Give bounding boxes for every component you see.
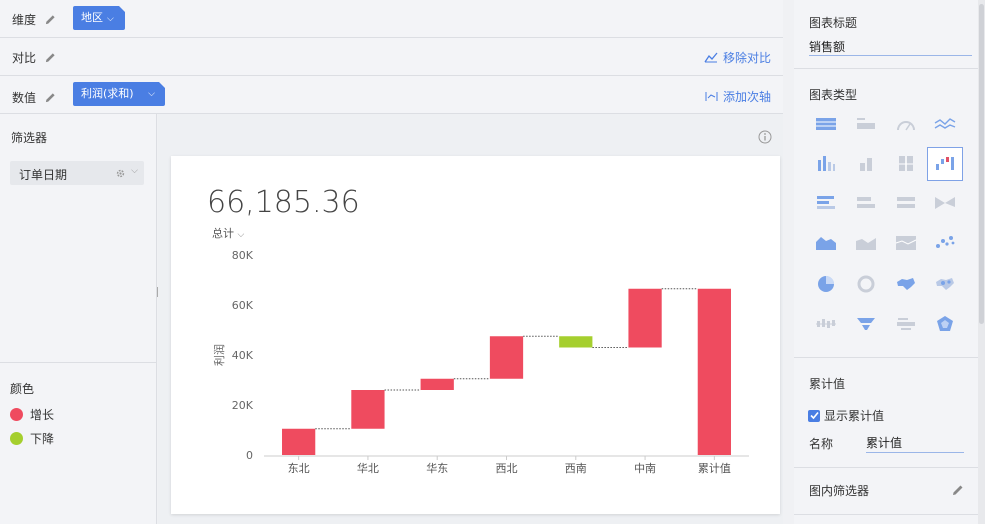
remove-compare-icon: [704, 52, 718, 63]
config-panel: 维度 地区 ⌵ 对比 移除对比 数值 利润(求和) ⌵ 添加次轴: [0, 0, 783, 114]
checkbox-checked-icon[interactable]: [808, 409, 820, 422]
table-chart-icon[interactable]: [809, 111, 843, 139]
chart-title-input[interactable]: 销售额: [809, 38, 972, 56]
area-chart-icon[interactable]: [809, 229, 843, 257]
bar-chart-icon[interactable]: [809, 189, 843, 217]
add-secondary-axis-button[interactable]: 添加次轴: [705, 88, 771, 105]
filter-order-date[interactable]: 订单日期 ⌵: [10, 161, 144, 185]
name-label: 名称: [809, 437, 834, 451]
column-chart-icon[interactable]: [809, 150, 843, 178]
cumulative-heading: 累计值: [809, 377, 846, 391]
y-tick-label: 40K: [232, 349, 254, 362]
value-row: 数值 利润(求和) ⌵ 添加次轴: [0, 76, 783, 114]
info-icon[interactable]: [758, 130, 772, 144]
show-cumulative-checkbox[interactable]: 显示累计值: [808, 407, 884, 424]
divider: [794, 467, 978, 468]
sankey-icon[interactable]: [928, 189, 962, 217]
value-pill[interactable]: 利润(求和) ⌵: [73, 82, 165, 106]
compare-row: 对比 移除对比: [0, 38, 783, 76]
scatter-chart-icon[interactable]: [928, 229, 962, 257]
edit-dimension-icon[interactable]: [45, 14, 56, 25]
legend-label: 下降: [30, 432, 55, 446]
kpi-label[interactable]: 总计 ⌵: [212, 225, 244, 241]
edit-compare-icon[interactable]: [45, 52, 56, 63]
box-plot-icon[interactable]: [809, 310, 843, 338]
chevron-down-icon[interactable]: ⌵: [131, 166, 138, 176]
x-tick-label: 累计值: [698, 462, 731, 475]
kpi-value: 66,185.36: [207, 185, 360, 220]
edit-value-icon[interactable]: [45, 92, 56, 103]
bar-华北: [351, 390, 385, 429]
funnel-icon[interactable]: [849, 310, 883, 338]
y-tick-label: 20K: [232, 399, 254, 412]
waterfall-chart-icon[interactable]: [927, 147, 963, 181]
dimension-row: 维度 地区 ⌵: [0, 0, 783, 38]
bar-西南: [559, 336, 593, 348]
percent-area-icon[interactable]: [889, 229, 923, 257]
x-tick-label: 华北: [357, 461, 379, 475]
increase-color-dot: [10, 408, 23, 421]
kpi-number-icon[interactable]: [849, 111, 883, 139]
word-cloud-icon[interactable]: [889, 310, 923, 338]
value-label: 数值: [12, 89, 56, 106]
divider: [794, 357, 978, 358]
x-tick-label: 西南: [565, 462, 587, 475]
divider: [0, 362, 156, 363]
x-tick-label: 西北: [496, 462, 518, 475]
secondary-axis-icon: [705, 92, 718, 101]
gear-icon[interactable]: [115, 168, 126, 179]
chevron-down-icon: ⌵: [148, 89, 155, 99]
filter-panel: 筛选器 订单日期 ⌵ 颜色 增长 下降: [0, 114, 157, 524]
y-tick-label: 80K: [232, 249, 254, 262]
divider: [794, 68, 978, 69]
bar-累计值: [697, 288, 731, 455]
bar-中南: [628, 288, 662, 348]
filter-title: 筛选器: [11, 131, 48, 145]
dimension-label: 维度: [12, 11, 56, 28]
x-tick-label: 华东: [426, 461, 448, 475]
bubble-map-icon[interactable]: [928, 270, 962, 298]
y-axis-label: 利润: [212, 344, 226, 366]
gauge-icon[interactable]: [889, 111, 923, 139]
x-tick-label: 中南: [634, 462, 656, 475]
chart-title-heading: 图表标题: [809, 16, 858, 30]
radar-icon[interactable]: [928, 310, 962, 338]
cumulative-name-input[interactable]: 累计值: [866, 434, 964, 453]
chevron-down-icon: ⌵: [107, 14, 114, 24]
filter-chip-label: 订单日期: [19, 168, 68, 182]
legend-item-increase: 增长: [10, 406, 54, 423]
dimension-pill[interactable]: 地区 ⌵: [73, 6, 125, 30]
y-tick-label: 60K: [232, 299, 254, 312]
line-chart-icon[interactable]: [928, 111, 962, 139]
pie-chart-icon[interactable]: [809, 270, 843, 298]
map-icon[interactable]: [889, 270, 923, 298]
stacked-column-icon[interactable]: [849, 150, 883, 178]
waterfall-chart: 0 20K 40K 60K 80K 利润东北 华北 华东 西北 西南 中南 累计值: [212, 249, 749, 475]
edit-inner-filter-icon[interactable]: [952, 484, 964, 496]
bar-西北: [489, 336, 524, 379]
compare-label: 对比: [12, 49, 56, 66]
stacked-area-icon[interactable]: [849, 229, 883, 257]
chart-type-heading: 图表类型: [809, 88, 858, 102]
stacked-bar-icon[interactable]: [849, 189, 883, 217]
percent-bar-icon[interactable]: [889, 189, 923, 217]
show-cumulative-label: 显示累计值: [824, 409, 885, 423]
percent-column-icon[interactable]: [889, 150, 923, 178]
bar-东北: [282, 428, 316, 455]
inner-filter-label: 图内筛选器: [809, 484, 870, 498]
bar-华东: [420, 378, 454, 390]
color-legend-title: 颜色: [10, 382, 35, 396]
divider: [794, 514, 978, 515]
chevron-down-icon: ⌵: [237, 230, 245, 240]
legend-label: 增长: [30, 408, 55, 422]
remove-compare-button[interactable]: 移除对比: [704, 49, 771, 66]
legend-item-decrease: 下降: [10, 430, 54, 447]
x-tick-label: 东北: [288, 462, 310, 475]
decrease-color-dot: [10, 432, 23, 445]
y-tick-label: 0: [246, 449, 253, 462]
donut-chart-icon[interactable]: [849, 270, 883, 298]
scrollbar-thumb[interactable]: [979, 4, 984, 324]
